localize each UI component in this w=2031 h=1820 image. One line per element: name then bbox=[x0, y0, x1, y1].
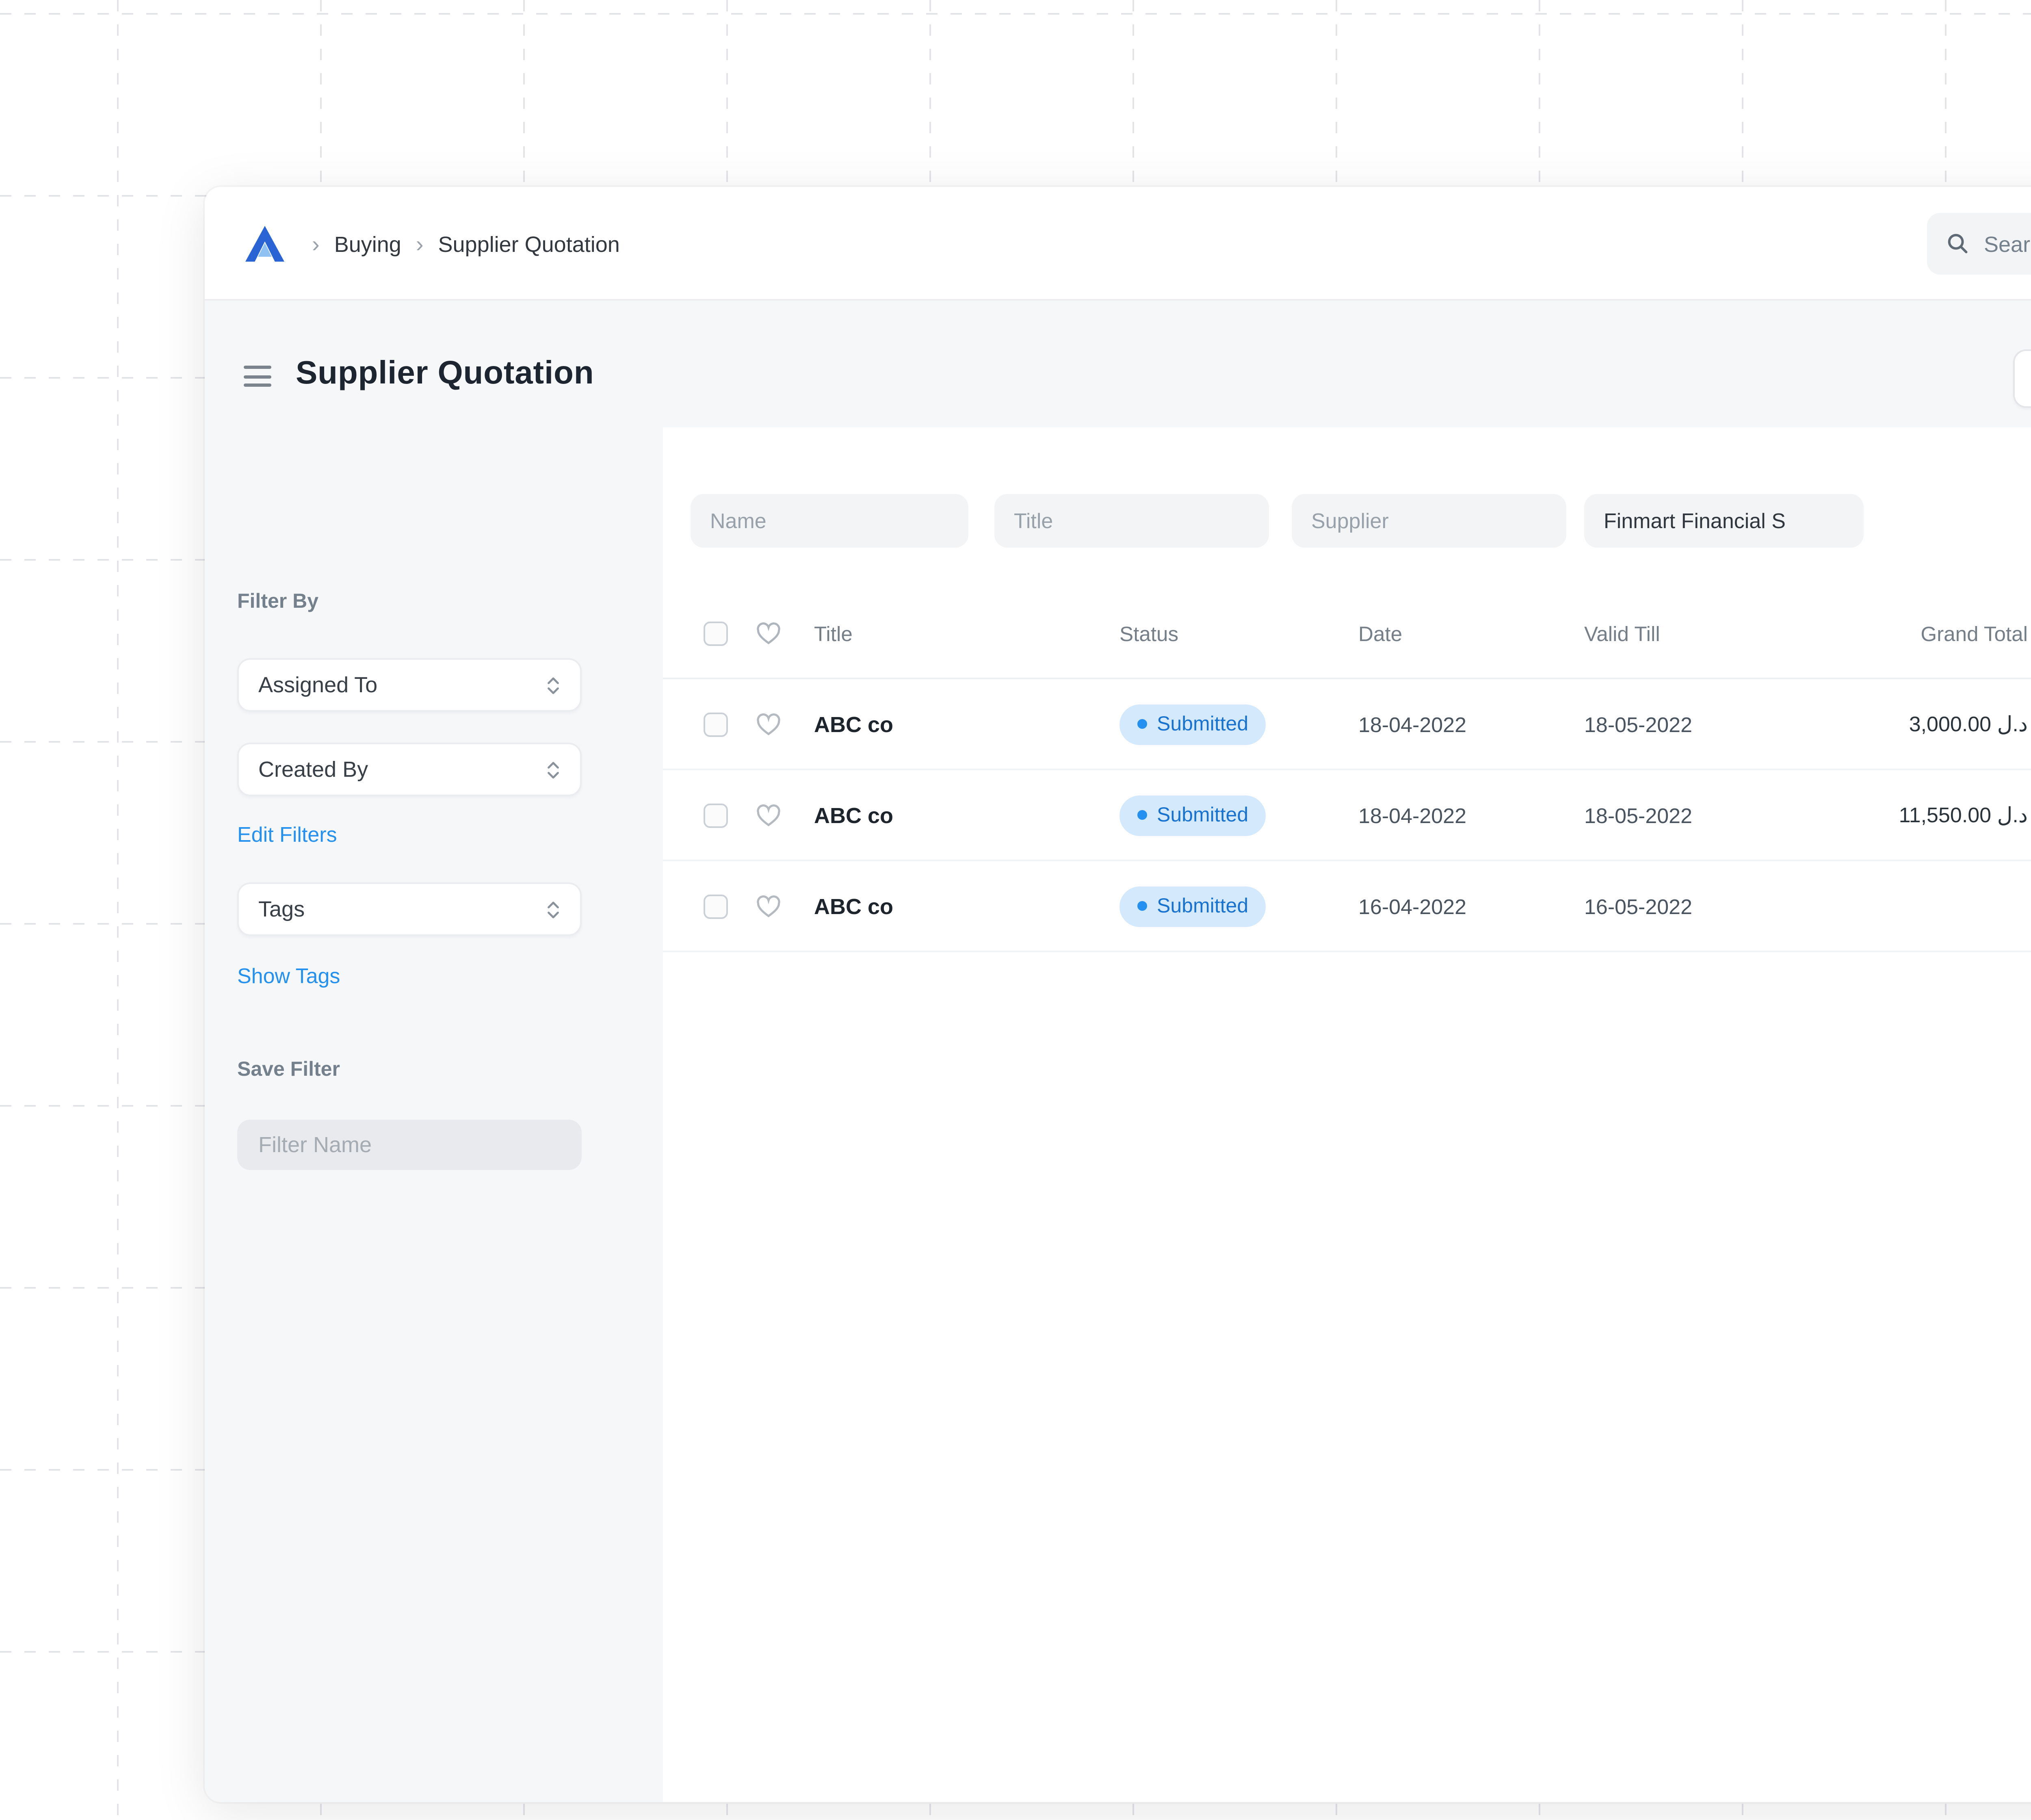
list-panel: Finmart Financial S Filter bbox=[663, 427, 2031, 1802]
row-date: 18-04-2022 bbox=[1358, 712, 1466, 736]
breadcrumb-current[interactable]: Supplier Quotation bbox=[438, 232, 620, 256]
row-valid-till: 16-05-2022 bbox=[1584, 894, 1692, 918]
unfold-icon bbox=[546, 899, 561, 919]
status-label: Submitted bbox=[1157, 895, 1248, 917]
title-filter-input[interactable] bbox=[994, 494, 1269, 548]
gridline bbox=[0, 13, 2031, 15]
heart-icon[interactable] bbox=[756, 712, 782, 736]
filter-by-label: Filter By bbox=[237, 590, 318, 613]
page-body: Supplier Quotation List View bbox=[205, 301, 2031, 1802]
page-head: Supplier Quotation List View bbox=[205, 301, 2031, 427]
app-window: › Buying › Supplier Quotation Search or … bbox=[205, 187, 2031, 1802]
navbar: › Buying › Supplier Quotation Search or … bbox=[205, 187, 2031, 301]
design-canvas: › Buying › Supplier Quotation Search or … bbox=[0, 0, 2031, 1820]
show-tags-link[interactable]: Show Tags bbox=[237, 964, 340, 988]
status-dot bbox=[1137, 719, 1147, 729]
row-grand-total: 3,000.00 د.ل bbox=[1800, 711, 2028, 737]
row-valid-till: 18-05-2022 bbox=[1584, 712, 1692, 736]
header-valid-till[interactable]: Valid Till bbox=[1584, 622, 1660, 646]
row-checkbox[interactable] bbox=[704, 803, 728, 827]
gridline bbox=[117, 0, 119, 1820]
header-title[interactable]: Title bbox=[814, 622, 853, 646]
heart-icon[interactable] bbox=[756, 803, 782, 827]
unfold-icon bbox=[546, 760, 561, 779]
search-placeholder: Search or type a command (Ctrl + G) bbox=[1984, 232, 2031, 256]
row-grand-total: 11,550.00 د.ل bbox=[1800, 802, 2028, 828]
assigned-to-label: Assigned To bbox=[258, 673, 377, 697]
supplier-filter-value[interactable]: Finmart Financial S bbox=[1584, 494, 1864, 548]
status-label: Submitted bbox=[1157, 713, 1248, 735]
menu-icon[interactable] bbox=[244, 366, 271, 387]
select-all-checkbox[interactable] bbox=[704, 622, 728, 646]
name-filter-input[interactable] bbox=[691, 494, 968, 548]
header-date[interactable]: Date bbox=[1358, 622, 1402, 646]
tags-select[interactable]: Tags bbox=[237, 882, 582, 936]
table-header: Title Status Date Valid Till Grand Total… bbox=[663, 590, 2031, 679]
search-icon bbox=[1947, 232, 1969, 255]
breadcrumb-buying[interactable]: Buying bbox=[334, 232, 401, 256]
heart-icon[interactable] bbox=[756, 894, 782, 918]
like-filter-heart-icon[interactable] bbox=[756, 622, 782, 646]
status-badge: Submitted bbox=[1119, 704, 1266, 744]
edit-filters-link[interactable]: Edit Filters bbox=[237, 822, 337, 847]
status-dot bbox=[1137, 810, 1147, 820]
breadcrumb-separator: › bbox=[312, 231, 320, 257]
save-filter-label: Save Filter bbox=[237, 1058, 340, 1081]
list-view-selector[interactable]: List View bbox=[2013, 349, 2031, 408]
row-title[interactable]: ABC co bbox=[814, 712, 893, 736]
row-title[interactable]: ABC co bbox=[814, 803, 893, 827]
created-by-label: Created By bbox=[258, 757, 368, 782]
status-dot bbox=[1137, 901, 1147, 911]
unfold-icon bbox=[546, 675, 561, 695]
row-checkbox[interactable] bbox=[704, 894, 728, 918]
global-search-input[interactable]: Search or type a command (Ctrl + G) bbox=[1927, 213, 2031, 275]
header-grand-total[interactable]: Grand Total bbox=[1800, 622, 2028, 646]
table-row[interactable]: ABC co Submitted 16-04-2022 16-05-2022 P… bbox=[663, 861, 2031, 952]
breadcrumb-separator: › bbox=[416, 231, 424, 257]
filter-name-input[interactable] bbox=[237, 1120, 582, 1170]
tags-label: Tags bbox=[258, 897, 305, 921]
status-badge: Submitted bbox=[1119, 795, 1266, 835]
created-by-select[interactable]: Created By bbox=[237, 743, 582, 796]
assigned-to-select[interactable]: Assigned To bbox=[237, 658, 582, 712]
header-status[interactable]: Status bbox=[1119, 622, 1178, 646]
erpnext-logo-icon[interactable] bbox=[244, 224, 286, 263]
supplier-filter-input[interactable] bbox=[1292, 494, 1566, 548]
breadcrumb: › Buying › Supplier Quotation bbox=[312, 187, 620, 301]
table-row[interactable]: ABC co Submitted 18-04-2022 18-05-2022 3… bbox=[663, 679, 2031, 770]
row-valid-till: 18-05-2022 bbox=[1584, 803, 1692, 827]
row-title[interactable]: ABC co bbox=[814, 894, 893, 918]
row-checkbox[interactable] bbox=[704, 712, 728, 736]
row-date: 18-04-2022 bbox=[1358, 803, 1466, 827]
page-title: Supplier Quotation bbox=[296, 356, 594, 393]
status-label: Submitted bbox=[1157, 804, 1248, 826]
filter-sidebar: Filter By Assigned To Created By bbox=[205, 427, 663, 1802]
status-badge: Submitted bbox=[1119, 886, 1266, 926]
row-date: 16-04-2022 bbox=[1358, 894, 1466, 918]
table-row[interactable]: ABC co Submitted 18-04-2022 18-05-2022 1… bbox=[663, 770, 2031, 861]
